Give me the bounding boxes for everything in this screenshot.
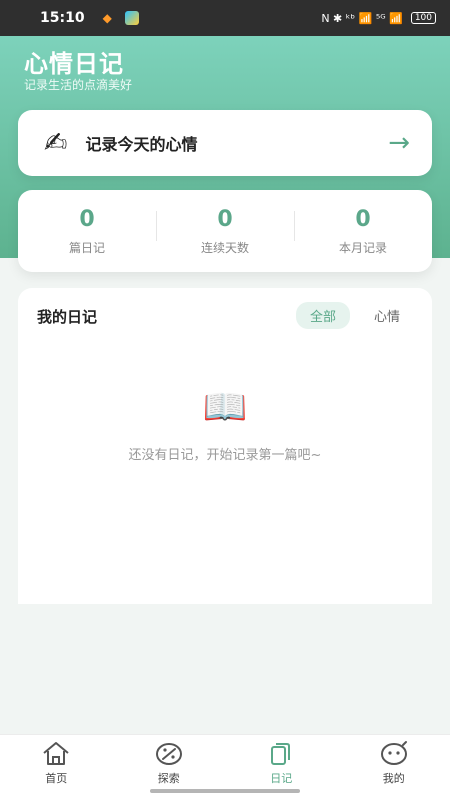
my-diary-panel: 我的日记 全部 心情 📖 还没有日记，开始记录第一篇吧~ (18, 288, 432, 604)
panel-title: 我的日记 (37, 308, 98, 326)
home-indicator[interactable] (150, 789, 300, 793)
nav-item-profile[interactable]: 我的 (338, 735, 450, 800)
stat-value: 0 (355, 206, 371, 232)
nav-label: 日记 (270, 772, 293, 785)
nav-label: 探索 (157, 772, 180, 785)
battery-icon: 100 (410, 12, 436, 24)
stat-streak-days: 0 连续天数 (156, 207, 294, 256)
filter-tabs: 全部 心情 (295, 302, 414, 329)
nav-item-home[interactable]: 首页 (0, 735, 113, 800)
stat-label: 篇日记 (68, 240, 105, 255)
status-indicators: N ✱ ᵏᵇ 📶 ⁵ᴳ 📶 (321, 11, 403, 25)
open-book-icon: 📖 (202, 387, 248, 428)
status-app-icons: ◆ (103, 11, 139, 25)
arrow-right-icon: → (388, 128, 410, 158)
nav-label: 我的 (382, 772, 405, 785)
stat-label: 本月记录 (338, 240, 387, 255)
explore-icon (154, 740, 184, 766)
tab-all[interactable]: 全部 (295, 302, 350, 329)
record-today-mood-label: 记录今天的心情 (85, 135, 198, 154)
stat-month-records: 0 本月记录 (294, 207, 432, 256)
record-today-mood-button[interactable]: ✍ 记录今天的心情 → (18, 110, 432, 176)
app-orange-icon: ◆ (102, 11, 112, 25)
app-subtitle: 记录生活的点滴美好 (24, 78, 133, 92)
stat-value: 0 (217, 206, 233, 232)
app-title: 心情日记 (24, 50, 124, 78)
home-icon (41, 740, 71, 766)
status-bar: 15:10 ◆ N ✱ ᵏᵇ 📶 ⁵ᴳ 📶 100 (0, 0, 450, 36)
diary-icon (266, 740, 296, 766)
stat-label: 连续天数 (200, 240, 249, 255)
profile-icon (379, 740, 409, 766)
status-time: 15:10 (40, 10, 85, 26)
empty-state-text: 还没有日记，开始记录第一篇吧~ (128, 448, 322, 463)
status-right: N ✱ ᵏᵇ 📶 ⁵ᴳ 📶 100 (321, 12, 436, 25)
app-blue-icon (124, 11, 139, 25)
stat-value: 0 (79, 206, 95, 232)
nav-label: 首页 (45, 772, 68, 785)
stats-card: 0 篇日记 0 连续天数 0 本月记录 (18, 190, 432, 272)
writing-hand-icon: ✍ (44, 126, 68, 159)
tab-mood[interactable]: 心情 (360, 302, 414, 329)
stat-diary-count: 0 篇日记 (18, 207, 156, 256)
